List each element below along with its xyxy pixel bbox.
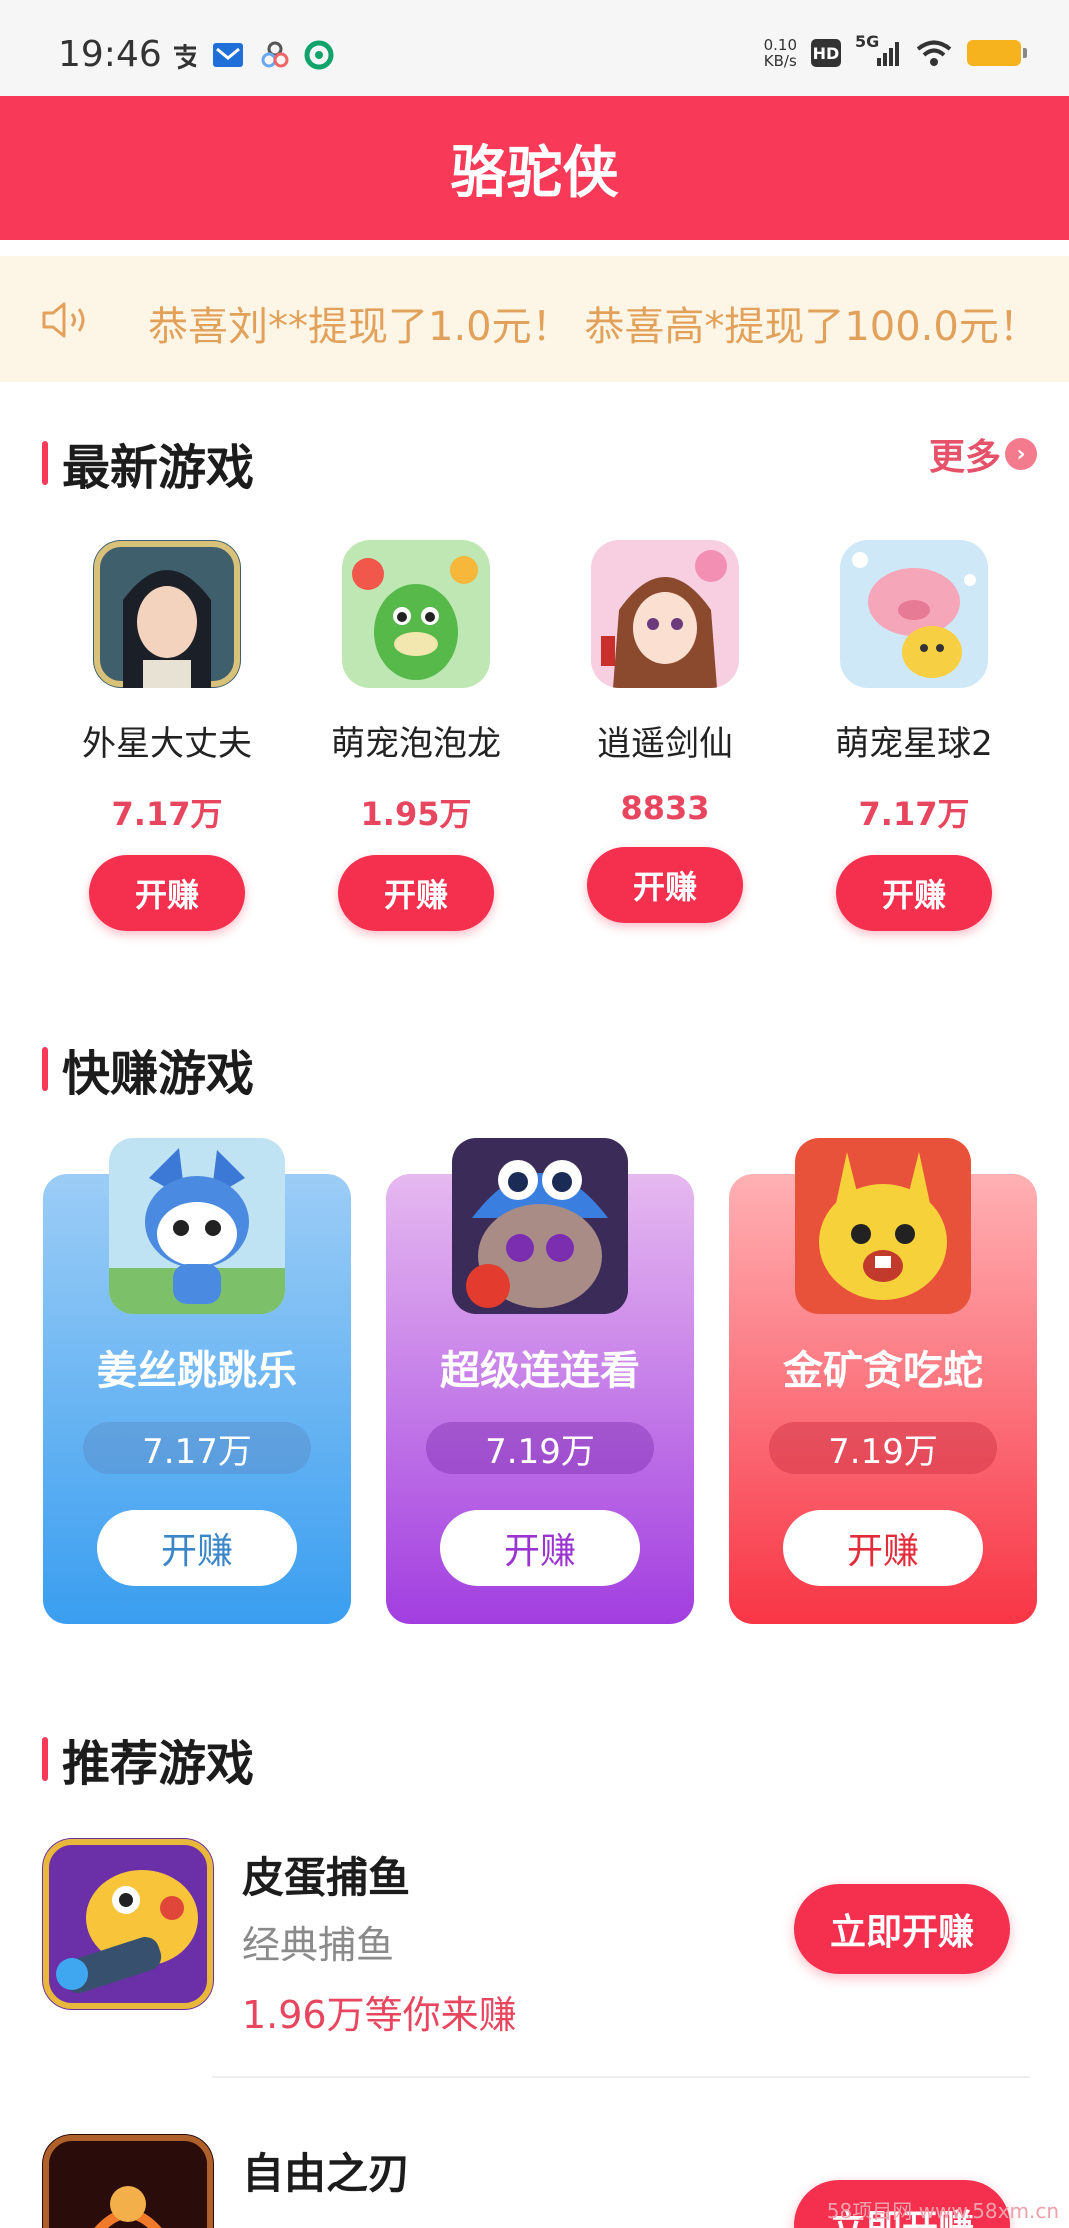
mail-icon [213,43,243,67]
earn-button[interactable]: 开赚 [836,855,992,931]
signal-icon: 5G [855,32,901,70]
newest-game-card[interactable]: 萌宠泡泡龙 1.95万 开赚 [316,540,516,931]
newest-game-card[interactable]: 外星大丈夫 7.17万 开赚 [67,540,267,931]
net-speed-unit: KB/s [763,52,797,70]
earn-now-button[interactable]: 立即开赚 [794,1884,1010,1974]
app-header: 骆驼侠 [0,96,1069,240]
more-link[interactable]: 更多 › [929,428,1037,480]
app-icon [261,41,289,68]
alipay-icon [174,44,197,70]
newest-game-card[interactable]: 逍遥剑仙 8833 开赚 [565,540,765,923]
notice-text: 恭喜刘**提现了1.0元！ 恭喜高*提现了100.0元！ [148,304,1039,350]
watermark: 58项目网 www.58xm.cn [826,2199,1059,2223]
rec-game-name: 皮蛋捕鱼 [242,1853,411,1902]
section-title-newest: 最新游戏 [42,428,254,498]
quick-game-name: 金矿贪吃蛇 [783,1348,983,1394]
earn-button[interactable]: 开赚 [97,1510,297,1586]
rec-game-name: 自由之刃 [242,2149,411,2198]
withdraw-notice-bar: 恭喜刘**提现了1.0元！ 恭喜高*提现了100.0元！ [0,256,1069,382]
more-label: 更多 [928,437,1001,478]
section-title-recommended: 推荐游戏 [42,1724,254,1794]
earn-button[interactable]: 开赚 [89,855,245,931]
game-icon [840,540,988,688]
game-count: 8833 [620,789,710,827]
quick-game-count: 7.17万 [83,1422,311,1474]
game-icon [342,540,490,688]
section-title-bar [42,1047,48,1091]
quick-game-count: 7.19万 [769,1422,997,1474]
list-divider [212,2076,1030,2078]
section-title-text: 最新游戏 [62,440,255,496]
rec-game-earn: 1.96万等你来赚 [242,1993,517,2037]
game-name: 逍遥剑仙 [597,724,733,764]
section-title-text: 推荐游戏 [62,1736,255,1792]
game-icon [795,1138,971,1314]
newest-game-card[interactable]: 萌宠星球2 7.17万 开赚 [814,540,1014,931]
status-bar: 19:46 0.10 KB/s HD 5G [0,0,1069,96]
earn-button[interactable]: 开赚 [338,855,494,931]
game-icon [109,1138,285,1314]
net-speed: 0.10 KB/s [764,37,797,69]
section-title-bar [42,441,48,485]
rec-game-subtitle: 经典捕鱼 [242,1923,395,1967]
game-icon [42,1838,214,2010]
recommended-game-item[interactable]: 皮蛋捕鱼 经典捕鱼 1.96万等你来赚 立即开赚 [42,1838,1032,2037]
battery-icon [967,40,1027,66]
section-title-bar [42,1737,48,1781]
game-name: 萌宠泡泡龙 [331,724,501,764]
hd-badge: HD [811,39,841,67]
game-icon [93,540,241,688]
status-indicators: 0.10 KB/s HD 5G [764,32,1027,70]
game-icon [452,1138,628,1314]
section-title-quick: 快赚游戏 [42,1034,254,1104]
speaker-icon [42,302,85,338]
app-icon [304,40,334,70]
game-name: 外星大丈夫 [82,724,252,764]
game-name: 萌宠星球2 [835,724,993,764]
earn-button[interactable]: 开赚 [783,1510,983,1586]
chevron-right-icon: › [1005,438,1037,470]
game-count: 7.17万 [111,795,223,833]
quick-game-name: 姜丝跳跳乐 [97,1348,297,1394]
status-time: 19:46 [58,34,162,75]
game-count: 1.95万 [360,795,472,833]
section-title-text: 快赚游戏 [62,1046,255,1102]
app-title: 骆驼侠 [450,140,619,206]
wifi-icon [916,40,952,66]
game-icon [591,540,739,688]
quick-game-name: 超级连连看 [440,1348,640,1394]
earn-button[interactable]: 开赚 [440,1510,640,1586]
quick-game-count: 7.19万 [426,1422,654,1474]
game-icon [42,2134,214,2228]
game-count: 7.17万 [858,795,970,833]
earn-button[interactable]: 开赚 [587,847,743,923]
net-speed-value: 0.10 [763,36,797,54]
